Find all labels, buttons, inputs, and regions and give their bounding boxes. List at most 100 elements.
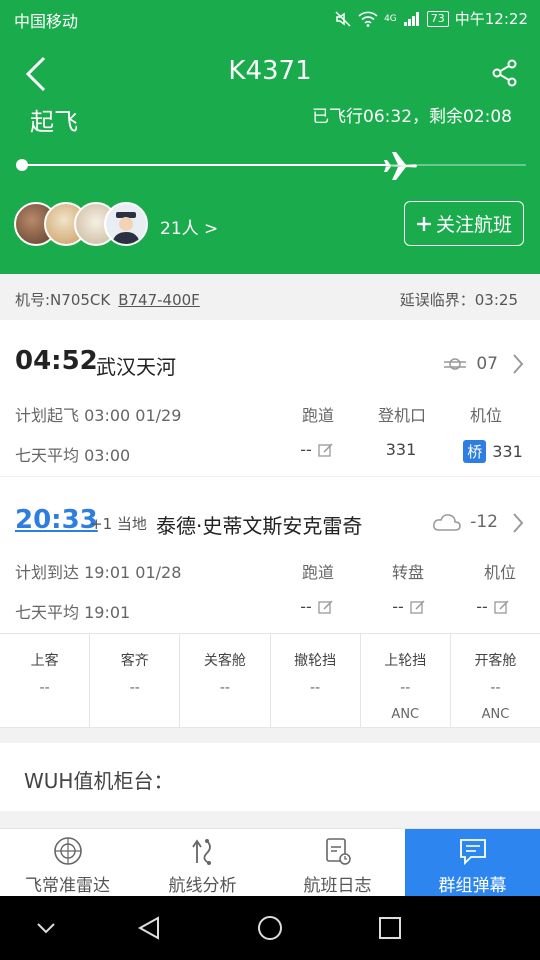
follower-avatars[interactable] [14, 202, 154, 248]
recents-square-icon[interactable] [376, 914, 404, 942]
follow-flight-button[interactable]: 关注航班 [404, 201, 524, 246]
arrival-runway[interactable]: -- [272, 597, 362, 616]
edit-icon [318, 599, 333, 614]
back-triangle-icon[interactable] [136, 914, 164, 942]
checkin-counter-section: WUH值机柜台： [0, 743, 540, 811]
arrival-seven-day-avg: 七天平均 19:01 [15, 603, 131, 622]
milestone-label: 开客舱 [474, 653, 517, 669]
status-icons: 4G 73 中午12:22 [334, 8, 528, 29]
aircraft-info-bar: 机号:N705CK B747-400F 延误临界：03:25 [0, 274, 540, 320]
runway-value: -- [300, 440, 312, 459]
edit-icon [410, 599, 425, 614]
milestone-chocks-on: 上轮挡 -- ANC [361, 634, 451, 727]
wifi-icon [358, 11, 378, 27]
milestone-label: 上客 [30, 653, 59, 669]
follower-count[interactable]: 21人 > [160, 214, 218, 239]
flight-header: K4371 起飞 已飞行06:32，剩余02:08 21人 > 关注航班 [0, 36, 540, 274]
milestone-door-open: 开客舱 -- ANC [451, 634, 540, 727]
aircraft-model-link[interactable]: B747-400F [118, 291, 200, 309]
tab-label: 群组弹幕 [438, 876, 507, 896]
planned-arrival: 计划到达 19:01 01/28 [15, 563, 182, 582]
milestone-value: -- [400, 680, 411, 696]
arrival-next-day-local: +1 当地 [90, 515, 147, 533]
share-icon[interactable] [490, 58, 520, 88]
plane-icon [383, 152, 417, 180]
ground-milestones: 上客 -- 客齐 -- 关客舱 -- 撤轮挡 -- 上轮挡 -- ANC 开客舱… [0, 633, 540, 728]
milestone-label: 关客舱 [203, 653, 246, 669]
pilot-avatar-icon [112, 212, 140, 244]
milestone-chocks-off: 撤轮挡 -- [271, 634, 361, 727]
plane-registration-text: 机号:N705CK [15, 291, 111, 309]
bottom-tab-bar: 飞常准雷达 航线分析 航班日志 群组弹幕 [0, 828, 540, 896]
arrival-card[interactable]: 20:33 +1 当地 泰德·史蒂文斯安克雷奇 -12 计划到达 19:01 0… [0, 477, 540, 633]
milestone-boarding-complete: 客齐 -- [90, 634, 181, 727]
chevron-right-icon[interactable] [512, 512, 524, 534]
departure-weather: 07 [442, 354, 498, 374]
milestone-value: -- [310, 680, 321, 696]
avatar [104, 202, 148, 246]
stand-header: 机位 [483, 563, 516, 582]
departure-card[interactable]: 04:52 武汉天河 07 计划起飞 03:00 01/29 跑道 登机口 机位… [0, 320, 540, 476]
milestone-sub: ANC [481, 707, 510, 722]
tab-group-barrage[interactable]: 群组弹幕 [405, 829, 540, 896]
departure-time: 04:52 [15, 346, 98, 376]
carousel-header: 转盘 [391, 563, 424, 582]
edit-icon [318, 442, 333, 457]
flight-number-title: K4371 [228, 56, 312, 86]
home-circle-icon[interactable] [256, 914, 284, 942]
elapsed-remaining: 已飞行06:32，剩余02:08 [312, 107, 512, 127]
milestone-boarding: 上客 -- [0, 634, 91, 727]
tab-route-analysis[interactable]: 航线分析 [135, 829, 270, 896]
edit-icon [494, 599, 509, 614]
milestone-value: -- [219, 680, 230, 696]
milestone-door-close: 关客舱 -- [180, 634, 271, 727]
haze-icon [444, 358, 467, 370]
tab-label: 航班日志 [303, 876, 372, 896]
signal-icon [403, 11, 419, 26]
checkin-counter-label: WUH值机柜台： [24, 769, 174, 793]
runway-value: -- [300, 597, 312, 616]
milestone-value: -- [39, 680, 50, 696]
gate-header: 登机口 [377, 406, 426, 425]
departure-seven-day-avg: 七天平均 03:00 [15, 446, 131, 465]
route-icon [191, 839, 211, 865]
departure-runway[interactable]: -- [272, 440, 362, 459]
tab-radar[interactable]: 飞常准雷达 [0, 829, 135, 896]
chat-icon [459, 839, 486, 866]
tab-label: 飞常准雷达 [25, 876, 110, 896]
clock: 中午12:22 [454, 10, 528, 28]
mute-icon [335, 10, 351, 27]
departure-gate: 331 [356, 440, 446, 459]
chevron-down-icon[interactable] [32, 914, 60, 942]
status-bar: 中国移动 4G 73 中午12:22 [0, 0, 540, 36]
cloud-icon [433, 514, 461, 531]
stand-header: 机位 [469, 406, 502, 425]
departure-airport: 武汉天河 [96, 355, 176, 379]
arrival-airport: 泰德·史蒂文斯安克雷奇 [156, 514, 363, 538]
stand-value: -- [476, 597, 488, 616]
milestone-label: 上轮挡 [384, 653, 427, 669]
stand-value: 331 [492, 442, 523, 461]
carrier-name: 中国移动 [14, 12, 79, 31]
arrival-stand[interactable]: -- [448, 597, 538, 616]
system-navigation-bar [0, 896, 540, 960]
battery-indicator: 73 [426, 10, 449, 27]
log-icon [325, 838, 351, 865]
arrival-time[interactable]: 20:33 [15, 505, 98, 535]
progress-fill [22, 164, 390, 166]
origin-dot [16, 159, 28, 171]
delay-threshold: 延误临界：03:25 [399, 291, 518, 309]
arrival-carousel[interactable]: -- [364, 597, 454, 616]
plus-icon [416, 216, 431, 231]
chevron-right-icon[interactable] [512, 353, 524, 375]
milestone-label: 客齐 [120, 653, 149, 669]
tab-label: 航线分析 [168, 876, 237, 896]
arrival-weather: -12 [432, 511, 498, 533]
tab-flight-log[interactable]: 航班日志 [270, 829, 405, 896]
departure-stand: 桥 331 [448, 440, 538, 463]
milestone-sub: ANC [391, 707, 420, 722]
milestone-value: -- [490, 680, 501, 696]
arrival-temperature: -12 [470, 512, 498, 532]
milestone-label: 撤轮挡 [294, 653, 337, 669]
runway-header: 跑道 [301, 563, 334, 582]
